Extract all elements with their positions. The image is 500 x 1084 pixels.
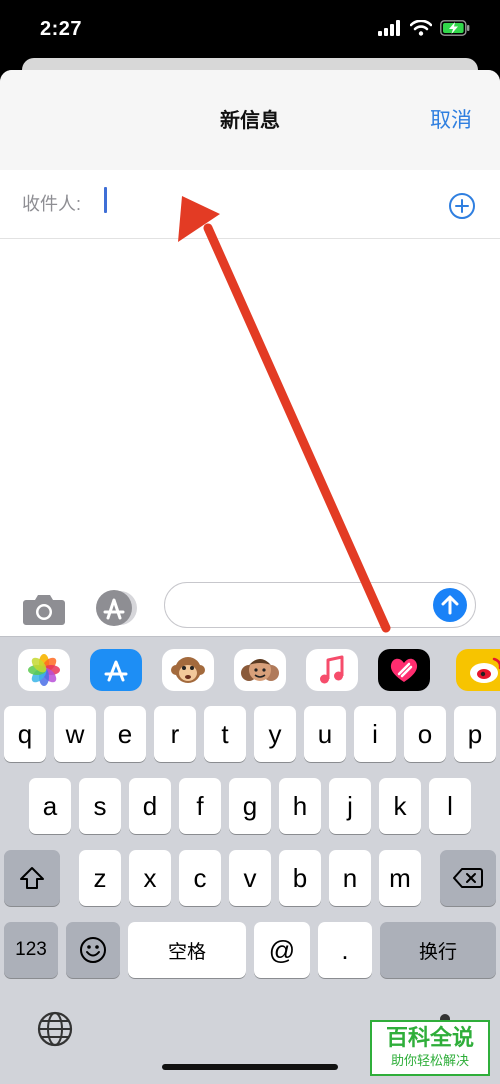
- globe-icon[interactable]: [36, 1010, 74, 1048]
- app-store-app-icon[interactable]: [90, 649, 142, 691]
- status-bar: 2:27: [0, 0, 500, 60]
- emoji-key[interactable]: [66, 922, 120, 978]
- at-key[interactable]: @: [254, 922, 310, 978]
- photos-app-icon[interactable]: [18, 649, 70, 691]
- key-s[interactable]: s: [79, 778, 121, 834]
- camera-icon[interactable]: [22, 592, 66, 626]
- photos-icon: [28, 654, 60, 686]
- key-q[interactable]: q: [4, 706, 46, 762]
- add-contact-icon[interactable]: [448, 192, 476, 220]
- cellular-signal-icon: [378, 20, 400, 36]
- key-t[interactable]: t: [204, 706, 246, 762]
- key-p[interactable]: p: [454, 706, 496, 762]
- key-e[interactable]: e: [104, 706, 146, 762]
- numbers-key[interactable]: 123: [4, 922, 58, 978]
- shift-icon: [20, 867, 44, 889]
- emoji-icon: [80, 937, 106, 963]
- recipient-label: 收件人:: [22, 194, 82, 214]
- key-i[interactable]: i: [354, 706, 396, 762]
- key-y[interactable]: y: [254, 706, 296, 762]
- status-icons: [378, 20, 470, 36]
- weibo-icon: [470, 657, 500, 683]
- key-c[interactable]: c: [179, 850, 221, 906]
- key-h[interactable]: h: [279, 778, 321, 834]
- key-z[interactable]: z: [79, 850, 121, 906]
- key-v[interactable]: v: [229, 850, 271, 906]
- imessage-input[interactable]: [164, 582, 476, 628]
- key-r[interactable]: r: [154, 706, 196, 762]
- delete-key[interactable]: [440, 850, 496, 906]
- music-app-icon[interactable]: [306, 649, 358, 691]
- battery-charging-icon: [440, 20, 470, 36]
- sheet-header: 新信息 取消: [0, 70, 500, 171]
- memoji-icon: [241, 659, 279, 681]
- key-u[interactable]: u: [304, 706, 346, 762]
- cancel-button[interactable]: 取消: [430, 104, 472, 134]
- message-input-bar: [0, 578, 500, 638]
- watermark-logo: 百科全说 助你轻松解决: [370, 1020, 490, 1076]
- animoji-monkey-icon[interactable]: [162, 649, 214, 691]
- key-x[interactable]: x: [129, 850, 171, 906]
- digital-touch-icon[interactable]: [378, 649, 430, 691]
- status-time: 2:27: [40, 18, 83, 40]
- imessage-app-drawer: [0, 636, 500, 707]
- memoji-stickers-icon[interactable]: [234, 649, 286, 691]
- key-w[interactable]: w: [54, 706, 96, 762]
- send-button[interactable]: [433, 588, 467, 622]
- app-store-glyph-icon: [104, 660, 128, 682]
- watermark-title: 百科全说: [385, 1025, 474, 1050]
- home-indicator: [162, 1064, 338, 1070]
- monkey-icon: [171, 657, 205, 683]
- wifi-icon: [410, 20, 432, 36]
- key-b[interactable]: b: [279, 850, 321, 906]
- key-k[interactable]: k: [379, 778, 421, 834]
- key-n[interactable]: n: [329, 850, 371, 906]
- weibo-app-icon[interactable]: [456, 649, 500, 691]
- return-key[interactable]: 换行: [380, 922, 496, 978]
- heart-icon: [390, 658, 418, 682]
- key-j[interactable]: j: [329, 778, 371, 834]
- app-store-icon[interactable]: [94, 588, 140, 628]
- key-l[interactable]: l: [429, 778, 471, 834]
- key-m[interactable]: m: [379, 850, 421, 906]
- page-title: 新信息: [220, 110, 280, 132]
- arrow-up-icon: [441, 595, 459, 615]
- text-cursor: [104, 187, 107, 213]
- recipient-field[interactable]: 收件人:: [0, 170, 500, 239]
- watermark-subtitle: 助你轻松解决: [390, 1053, 469, 1068]
- screen: 2:27 新信息 取消 收件人: q w e r t y u i o p a s…: [0, 0, 500, 1084]
- key-f[interactable]: f: [179, 778, 221, 834]
- key-d[interactable]: d: [129, 778, 171, 834]
- key-a[interactable]: a: [29, 778, 71, 834]
- space-key[interactable]: 空格: [128, 922, 246, 978]
- music-note-icon: [320, 655, 344, 684]
- shift-key[interactable]: [4, 850, 60, 906]
- dot-key[interactable]: .: [318, 922, 372, 978]
- backspace-icon: [453, 868, 483, 888]
- key-o[interactable]: o: [404, 706, 446, 762]
- key-g[interactable]: g: [229, 778, 271, 834]
